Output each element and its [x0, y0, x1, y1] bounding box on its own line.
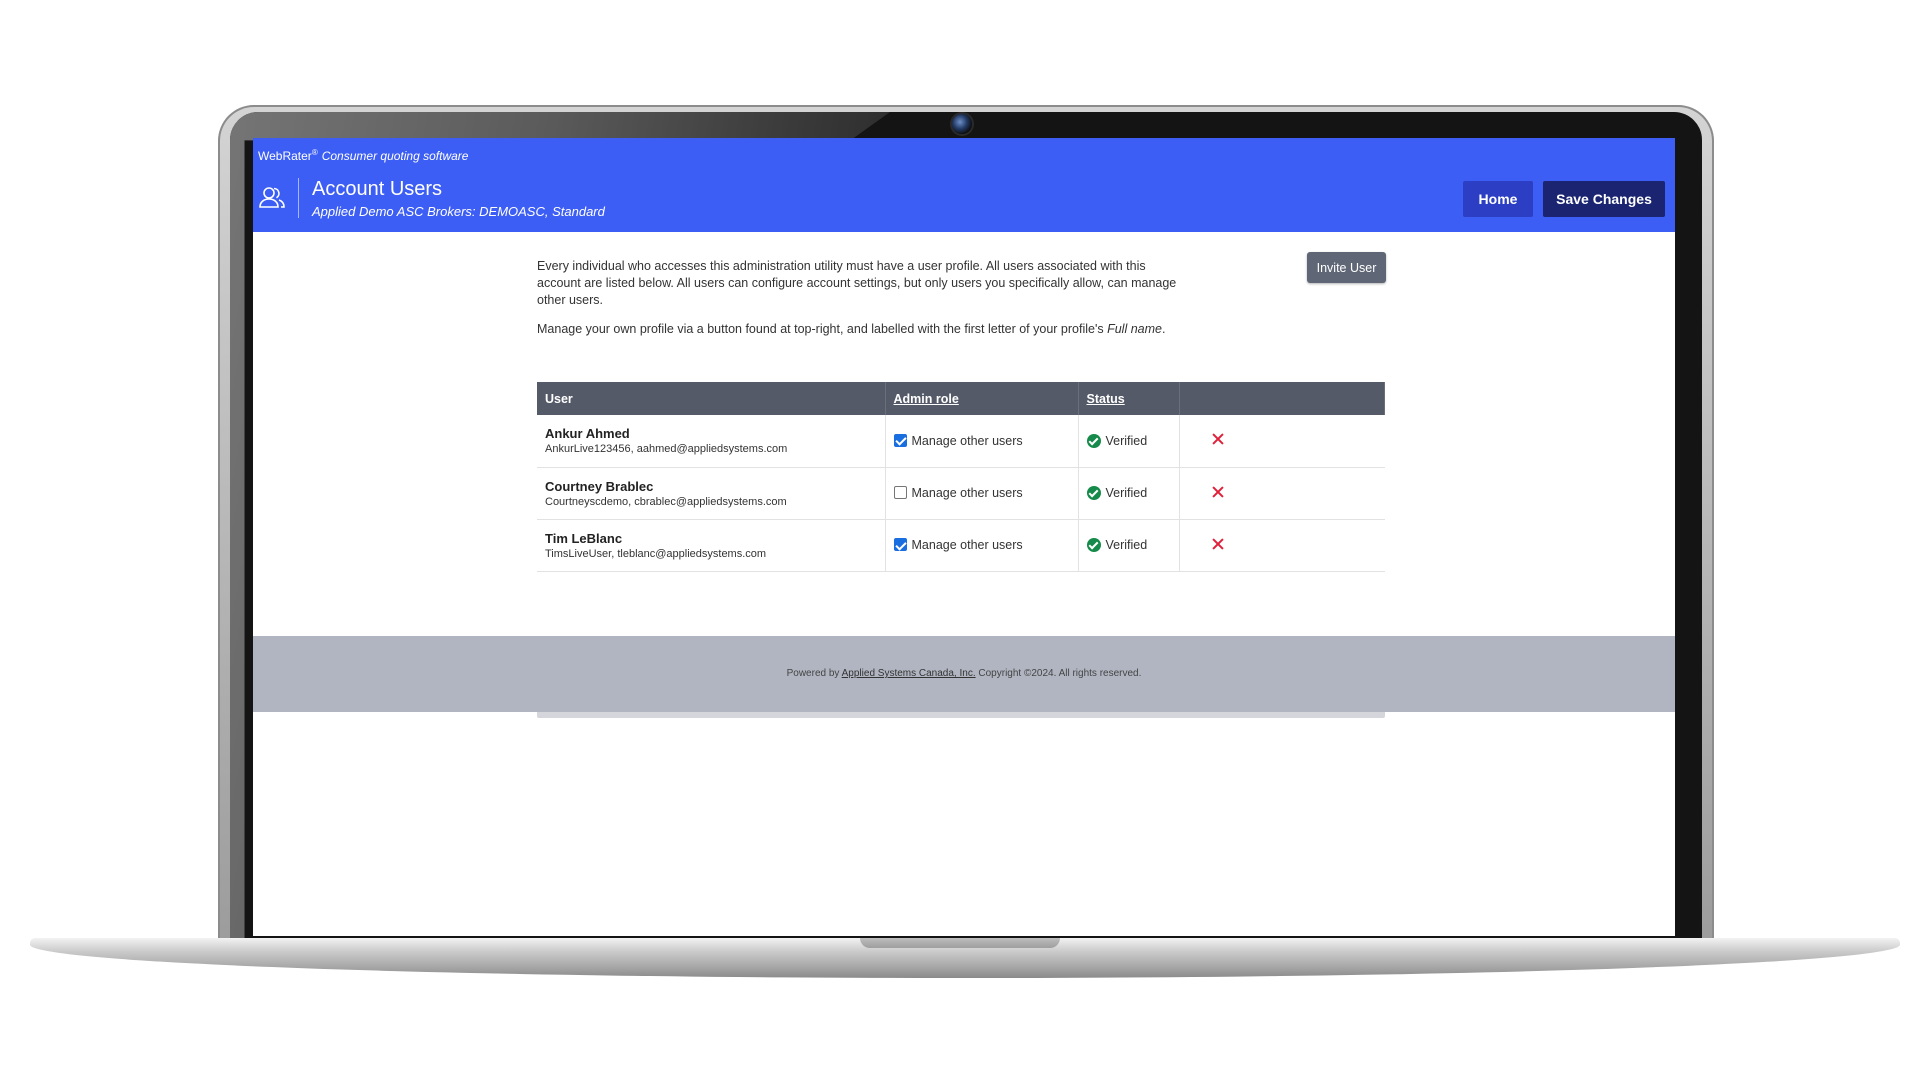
user-cell: Courtney Brablec Courtneyscdemo, cbrable… [537, 467, 886, 520]
header-divider [298, 178, 299, 218]
column-header-user: User [537, 382, 886, 415]
intro-p2-prefix: Manage your own profile via a button fou… [537, 322, 1108, 336]
brand: WebRater® Consumer quoting software [258, 148, 468, 163]
intro-paragraph-2: Manage your own profile via a button fou… [537, 321, 1187, 338]
manage-users-checkbox[interactable] [893, 538, 907, 551]
admin-role-cell: Manage other users [885, 415, 1079, 468]
status-cell: Verified [1078, 415, 1180, 468]
remove-user-x-icon[interactable] [1210, 484, 1226, 500]
save-changes-button[interactable]: Save Changes [1543, 181, 1665, 217]
actions-cell [1179, 519, 1385, 572]
app-header: WebRater® Consumer quoting software Accou… [253, 138, 1675, 232]
actions-cell [1179, 467, 1385, 520]
footer-company-link[interactable]: Applied Systems Canada, Inc. [842, 668, 976, 679]
manage-users-checkbox[interactable] [893, 433, 907, 447]
check-circle-icon [1086, 433, 1101, 448]
intro-paragraph-1: Every individual who accesses this admin… [537, 259, 1177, 307]
user-login-email: Courtneyscdemo, cbrablec@appliedsystems.… [545, 495, 787, 508]
manage-users-checkbox[interactable] [893, 486, 907, 499]
column-header-status[interactable]: Status [1078, 382, 1180, 415]
remove-user-x-icon[interactable] [1210, 536, 1226, 552]
intro-text: Every individual who accesses this admin… [537, 258, 1385, 338]
user-login-email: TimsLiveUser, tleblanc@appliedsystems.co… [545, 547, 767, 560]
admin-role-cell: Manage other users [885, 519, 1079, 572]
admin-role-label: Manage other users [911, 433, 1023, 448]
table-row: Ankur Ahmed AnkurLive123456, aahmed@appl… [537, 415, 1385, 468]
footer-copyright: Copyright ©2024. All rights reserved. [975, 668, 1142, 679]
invite-user-button[interactable]: Invite User [1307, 252, 1386, 283]
laptop-base-notch [860, 938, 1060, 948]
column-header-actions [1179, 382, 1385, 415]
footer-prefix: Powered by [786, 668, 842, 679]
status-label: Verified [1105, 486, 1148, 500]
main-content: Every individual who accesses this admin… [537, 252, 1386, 718]
table-row: Courtney Brablec Courtneyscdemo, cbrable… [537, 467, 1385, 520]
admin-role-label: Manage other users [911, 486, 1023, 500]
brand-name: WebRater [258, 149, 312, 163]
app-screen: WebRater® Consumer quoting software Accou… [253, 138, 1675, 936]
page-subtitle: Applied Demo ASC Brokers: DEMOASC, Stand… [312, 204, 605, 219]
home-button[interactable]: Home [1463, 181, 1533, 217]
intro-p2-suffix: . [1161, 322, 1166, 336]
remove-user-x-icon[interactable] [1210, 431, 1226, 447]
user-login-email: AnkurLive123456, aahmed@appliedsystems.c… [545, 443, 788, 456]
column-header-admin-role[interactable]: Admin role [885, 382, 1079, 415]
brand-mark: ® [311, 148, 318, 157]
user-name: Tim LeBlanc [545, 530, 623, 546]
brand-tagline: Consumer quoting software [321, 149, 469, 163]
app-footer: Powered by Applied Systems Canada, Inc. … [253, 636, 1675, 712]
users-icon [259, 187, 285, 208]
check-circle-icon [1086, 538, 1101, 552]
status-label: Verified [1105, 433, 1148, 448]
status-cell: Verified [1078, 467, 1180, 520]
intro-p2-emphasis: Full name [1107, 322, 1162, 336]
table-row: Tim LeBlanc TimsLiveUser, tleblanc@appli… [537, 519, 1385, 572]
user-cell: Ankur Ahmed AnkurLive123456, aahmed@appl… [537, 415, 886, 468]
user-cell: Tim LeBlanc TimsLiveUser, tleblanc@appli… [537, 519, 886, 572]
admin-role-label: Manage other users [911, 538, 1023, 552]
user-name: Courtney Brablec [545, 478, 654, 494]
actions-cell [1179, 415, 1385, 468]
user-name: Ankur Ahmed [545, 426, 630, 442]
status-cell: Verified [1078, 519, 1180, 572]
webcam [952, 114, 972, 134]
admin-role-cell: Manage other users [885, 467, 1079, 520]
users-table: User Admin role Status Ankur Ahmed Ankur… [537, 382, 1385, 572]
status-label: Verified [1105, 538, 1148, 552]
check-circle-icon [1086, 486, 1101, 500]
page-title: Account Users [312, 178, 443, 200]
table-header-row: User Admin role Status [537, 382, 1385, 415]
